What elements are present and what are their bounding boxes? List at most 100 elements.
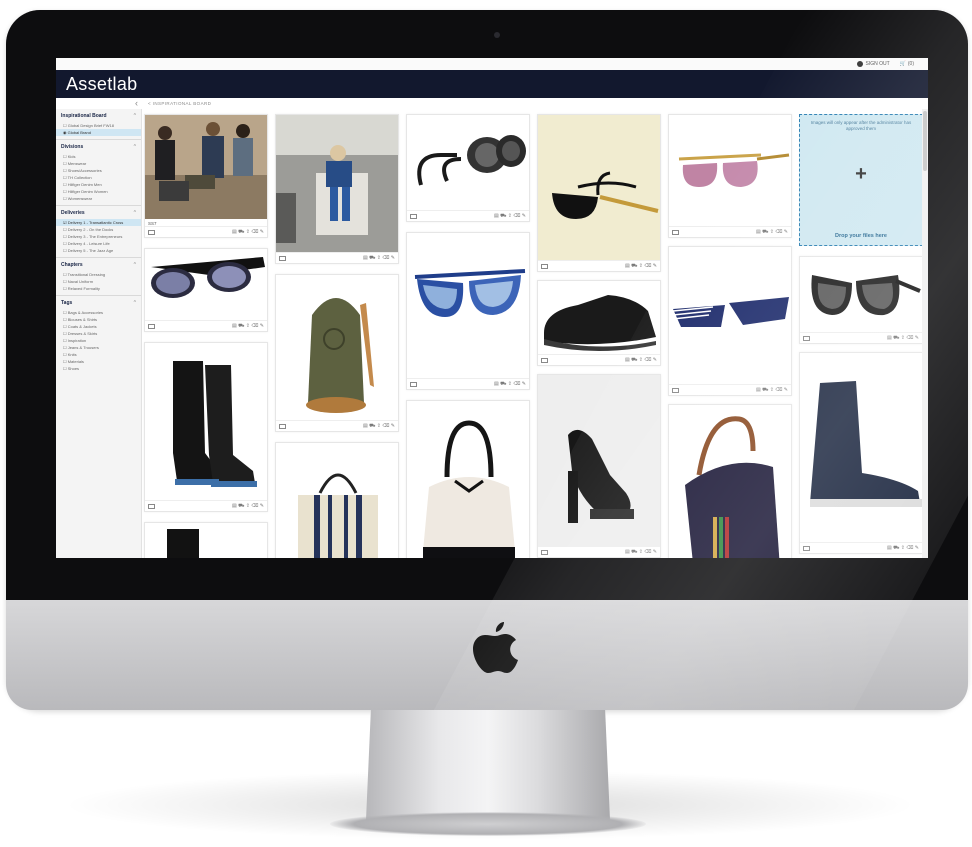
asset-card[interactable]: SS7 ▤ ⛟ ⇪ ⌫ ✎ bbox=[144, 114, 268, 238]
breadcrumb[interactable]: < INSPIRATIONAL BOARD bbox=[142, 101, 211, 106]
upload-dropzone[interactable]: Images will only appear after the admini… bbox=[799, 114, 923, 246]
sidebar-item[interactable]: ☐ Bags & Accessories bbox=[56, 309, 141, 316]
asset-card[interactable] bbox=[668, 404, 792, 558]
sidebar-item[interactable]: ☐ Delivery 4 - Leisure Life bbox=[56, 240, 141, 247]
app-header: Assetlab bbox=[56, 70, 928, 98]
image-icon bbox=[541, 357, 548, 363]
asset-photo-goggles bbox=[407, 115, 529, 211]
sidebar-item[interactable]: ☐ Shoes bbox=[56, 365, 141, 372]
asset-card[interactable]: ▤ ⛟ ⇪ ⌫ ✎ bbox=[144, 248, 268, 332]
sidebar-item[interactable]: ☐ Materials bbox=[56, 358, 141, 365]
asset-card[interactable]: ▤ ⛟ ⇪ ⌫ ✎ bbox=[144, 342, 268, 512]
asset-actions[interactable]: ▤ ⛟ ⇪ ⌫ ✎ bbox=[756, 229, 788, 236]
sidebar-item-selected[interactable]: ◉ Global Brand bbox=[56, 129, 141, 136]
asset-actions[interactable]: ▤ ⛟ ⇪ ⌫ ✎ bbox=[494, 381, 526, 388]
sidebar-item[interactable]: ☐ Delivery 3 - The Entrepreneurs bbox=[56, 233, 141, 240]
asset-toolbar: ▤ ⛟ ⇪ ⌫ ✎ bbox=[538, 546, 660, 557]
sidebar-item[interactable]: ☐ Relaxed Formality bbox=[56, 285, 141, 292]
asset-grid: SS7 ▤ ⛟ ⇪ ⌫ ✎ ▤ ⛟ ⇪ ⌫ ✎ ▤ ⛟ ⇪ ⌫ ✎ ▤ ⛟ ⇪ … bbox=[144, 114, 926, 558]
asset-photo-sock-boot bbox=[800, 353, 922, 543]
sidebar-section-title[interactable]: Tags ^ bbox=[56, 300, 141, 306]
asset-card[interactable]: ▤ ⛟ ⇪ ⌫ ✎ bbox=[406, 232, 530, 390]
asset-card[interactable]: ▤ ⛟ ⇪ ⌫ ✎ bbox=[537, 280, 661, 366]
asset-actions[interactable]: ▤ ⛟ ⇪ ⌫ ✎ bbox=[363, 423, 395, 430]
asset-actions[interactable]: ▤ ⛟ ⇪ ⌫ ✎ bbox=[625, 263, 657, 270]
asset-card[interactable]: ▤ ⛟ ⇪ ⌫ ✎ bbox=[537, 114, 661, 272]
sign-out-label: SIGN OUT bbox=[865, 61, 890, 67]
sidebar-item[interactable]: ☐ Jeans & Trousers bbox=[56, 344, 141, 351]
asset-photo-oversized-sunglasses bbox=[800, 257, 922, 333]
sidebar-item[interactable]: ☐ Menswear bbox=[56, 160, 141, 167]
cart-link[interactable]: 🛒 (0) bbox=[900, 61, 914, 67]
asset-actions[interactable]: ▤ ⛟ ⇪ ⌫ ✎ bbox=[363, 255, 395, 262]
sidebar-item[interactable]: ☐ Dresses & Skirts bbox=[56, 330, 141, 337]
page-scrollbar[interactable] bbox=[922, 109, 928, 558]
sidebar-item[interactable]: ☐ Transitional Dressing bbox=[56, 271, 141, 278]
image-icon bbox=[148, 229, 155, 235]
sidebar-item[interactable]: ☐ Naval Uniform bbox=[56, 278, 141, 285]
asset-actions[interactable]: ▤ ⛟ ⇪ ⌫ ✎ bbox=[494, 213, 526, 220]
sidebar-item[interactable]: ☐ Womenswear bbox=[56, 195, 141, 202]
asset-card[interactable]: ▤ ⛟ ⇪ ⌫ ✎ bbox=[668, 246, 792, 396]
asset-card[interactable]: ▤ ⛟ ⇪ ⌫ ✎ bbox=[799, 256, 923, 344]
asset-toolbar: ▤ ⛟ ⇪ ⌫ ✎ bbox=[145, 500, 267, 511]
image-icon bbox=[803, 545, 810, 551]
asset-card[interactable]: ▤ ⛟ ⇪ ⌫ ✎ bbox=[799, 352, 923, 554]
image-icon bbox=[279, 423, 286, 429]
image-icon bbox=[410, 381, 417, 387]
sidebar-item[interactable]: ☐ Knits bbox=[56, 351, 141, 358]
asset-actions[interactable]: ▤ ⛟ ⇪ ⌫ ✎ bbox=[625, 549, 657, 556]
asset-actions[interactable]: ▤ ⛟ ⇪ ⌫ ✎ bbox=[625, 357, 657, 364]
scrollbar-thumb[interactable] bbox=[923, 111, 927, 171]
sidebar-section-title[interactable]: Divisions ^ bbox=[56, 144, 141, 150]
sidebar-item[interactable]: ☐ Inspiration bbox=[56, 337, 141, 344]
sidebar-item[interactable]: ☐ Global Design Brief FW18 bbox=[56, 122, 141, 129]
asset-card[interactable] bbox=[144, 522, 268, 558]
sidebar-item[interactable]: ☐ Delivery 5 - The Jazz Age bbox=[56, 247, 141, 254]
sidebar-section-title[interactable]: Deliveries ^ bbox=[56, 210, 141, 216]
sub-bar: ‹ < INSPIRATIONAL BOARD bbox=[56, 98, 928, 109]
image-icon bbox=[541, 549, 548, 555]
asset-card[interactable]: ▤ ⛟ ⇪ ⌫ ✎ bbox=[537, 374, 661, 558]
sidebar-item[interactable]: ☐ Hilfiger Denim Men bbox=[56, 181, 141, 188]
asset-card[interactable] bbox=[406, 400, 530, 558]
sidebar-item[interactable]: ☐ Hilfiger Denim Women bbox=[56, 188, 141, 195]
asset-card[interactable]: ▤ ⛟ ⇪ ⌫ ✎ bbox=[406, 114, 530, 222]
add-files-icon[interactable]: + bbox=[800, 163, 922, 186]
image-icon bbox=[410, 213, 417, 219]
filter-sidebar: Inspirational Board ^ ☐ Global Design Bri… bbox=[56, 109, 142, 558]
sidebar-item[interactable]: ☐ TH Collection bbox=[56, 174, 141, 181]
apple-logo-icon bbox=[473, 622, 518, 673]
app-logo[interactable]: Assetlab bbox=[66, 74, 137, 95]
asset-toolbar: ▤ ⛟ ⇪ ⌫ ✎ bbox=[276, 420, 398, 431]
sidebar-item[interactable]: ☐ Shoes/Accessories bbox=[56, 167, 141, 174]
asset-actions[interactable]: ▤ ⛟ ⇪ ⌫ ✎ bbox=[232, 229, 264, 236]
user-icon bbox=[857, 61, 864, 67]
asset-card[interactable]: ▤ ⛟ ⇪ ⌫ ✎ bbox=[668, 114, 792, 238]
asset-actions[interactable]: ▤ ⛟ ⇪ ⌫ ✎ bbox=[232, 323, 264, 330]
sidebar-item-selected[interactable]: ☑ Delivery 1 - Transatlantic Cross bbox=[56, 219, 141, 226]
asset-card[interactable]: ▤ ⛟ ⇪ ⌫ ✎ bbox=[275, 114, 399, 264]
sidebar-section-title[interactable]: Chapters ^ bbox=[56, 262, 141, 268]
sidebar-item[interactable]: ☐ Coats & Jackets bbox=[56, 323, 141, 330]
image-icon bbox=[672, 387, 679, 393]
asset-actions[interactable]: ▤ ⛟ ⇪ ⌫ ✎ bbox=[887, 545, 919, 552]
monitor-foot bbox=[330, 812, 646, 836]
sidebar-item[interactable]: ☐ Kids bbox=[56, 153, 141, 160]
asset-actions[interactable]: ▤ ⛟ ⇪ ⌫ ✎ bbox=[232, 503, 264, 510]
asset-actions[interactable]: ▤ ⛟ ⇪ ⌫ ✎ bbox=[887, 335, 919, 342]
asset-photo-tote bbox=[276, 443, 398, 558]
collapse-sidebar-icon[interactable]: ‹ bbox=[56, 98, 142, 109]
asset-card[interactable] bbox=[275, 442, 399, 558]
sidebar-item[interactable]: ☐ Blouses & Shirts bbox=[56, 316, 141, 323]
asset-photo-gold-sunglasses bbox=[538, 115, 660, 261]
chevron-up-icon: ^ bbox=[133, 300, 136, 306]
sidebar-item[interactable]: ☐ Delivery 2 - On the Docks bbox=[56, 226, 141, 233]
sign-out-link[interactable]: SIGN OUT bbox=[857, 61, 890, 67]
asset-actions[interactable]: ▤ ⛟ ⇪ ⌫ ✎ bbox=[756, 387, 788, 394]
asset-card[interactable]: ▤ ⛟ ⇪ ⌫ ✎ bbox=[275, 274, 399, 432]
sidebar-section-title[interactable]: Inspirational Board ^ bbox=[56, 113, 141, 119]
chevron-up-icon: ^ bbox=[133, 113, 136, 119]
asset-toolbar: ▤ ⛟ ⇪ ⌫ ✎ bbox=[669, 226, 791, 237]
chevron-up-icon: ^ bbox=[133, 210, 136, 216]
